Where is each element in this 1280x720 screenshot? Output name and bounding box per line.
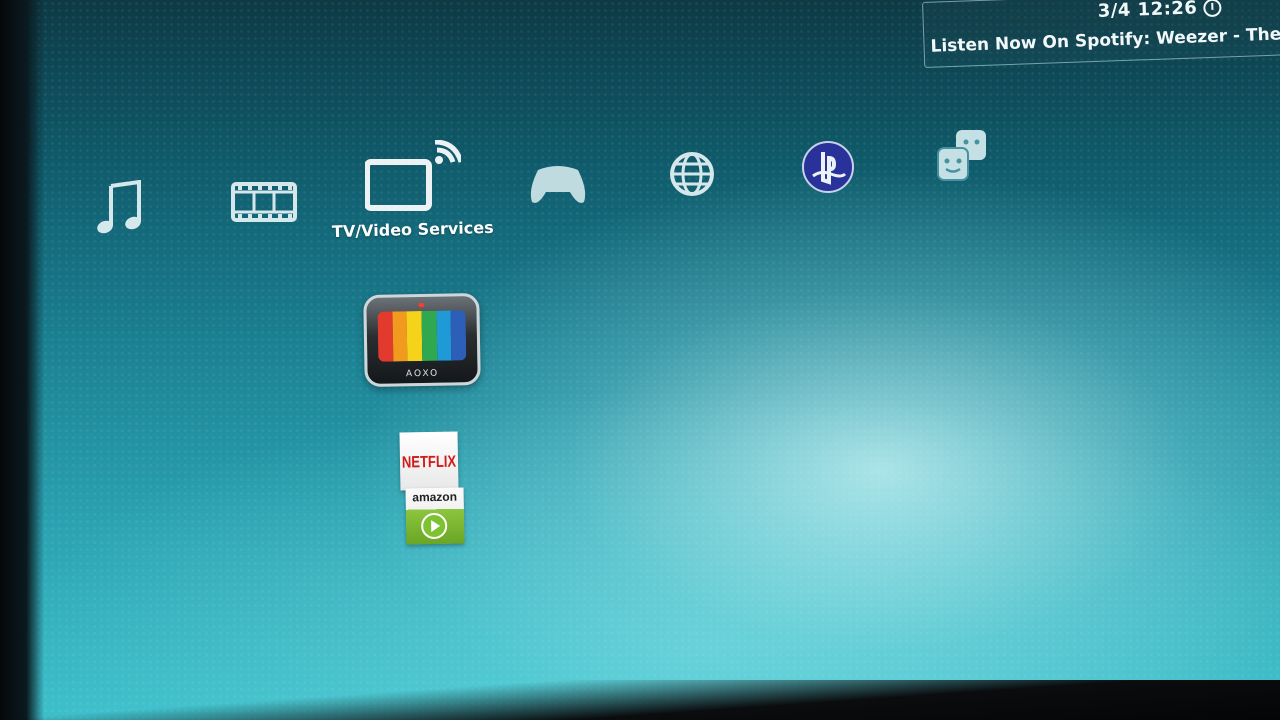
music-note-icon <box>97 180 141 234</box>
netflix-icon: NETFLIX <box>401 451 457 471</box>
color-bar <box>392 311 408 362</box>
power-led <box>418 302 425 308</box>
tv-bezel-left <box>0 0 44 720</box>
tv-bezel-bottom <box>0 680 1280 720</box>
category-music[interactable] <box>93 180 149 238</box>
tv-brand-label: AOXO <box>405 368 440 380</box>
category-video[interactable] <box>230 178 298 224</box>
tv-video-app-tile[interactable]: AOXO <box>363 292 481 388</box>
color-bar <box>406 311 423 362</box>
amazon-play-icon <box>420 512 448 540</box>
category-network[interactable] <box>668 150 716 198</box>
status-panel: 3/4 12:26 Listen Now On Spotify: Weezer … <box>922 0 1280 68</box>
xmb-screen: 3/4 12:26 Listen Now On Spotify: Weezer … <box>0 0 1280 720</box>
category-playstation-network[interactable] <box>801 140 855 194</box>
category-tv-video-services[interactable]: TV/Video Services <box>332 140 494 241</box>
clock-row: 3/4 12:26 <box>1097 0 1222 22</box>
tv-broadcast-icon <box>365 140 461 211</box>
friends-icon <box>937 130 986 181</box>
amazon-label: amazon <box>412 489 458 505</box>
film-strip-icon <box>231 182 297 222</box>
category-label: TV/Video Services <box>331 217 495 242</box>
clock-text: 3/4 12:26 <box>1097 0 1198 22</box>
clock-icon <box>1203 0 1222 17</box>
netflix-app-tile[interactable]: NETFLIX <box>399 431 459 491</box>
color-bar <box>377 311 394 362</box>
color-bar <box>421 310 438 361</box>
amazon-video-app-tile[interactable]: amazon <box>405 487 465 545</box>
globe-icon <box>670 152 714 196</box>
now-playing-text: Listen Now On Spotify: Weezer - The Wh <box>930 24 1280 57</box>
playstation-network-icon <box>802 141 854 193</box>
background-pattern <box>0 0 1280 720</box>
tv-color-bars-icon <box>377 310 467 362</box>
category-friends[interactable] <box>936 128 988 184</box>
category-game[interactable] <box>528 162 588 206</box>
color-bar <box>450 310 467 361</box>
gamepad-icon <box>530 166 586 203</box>
color-bar <box>436 310 452 361</box>
